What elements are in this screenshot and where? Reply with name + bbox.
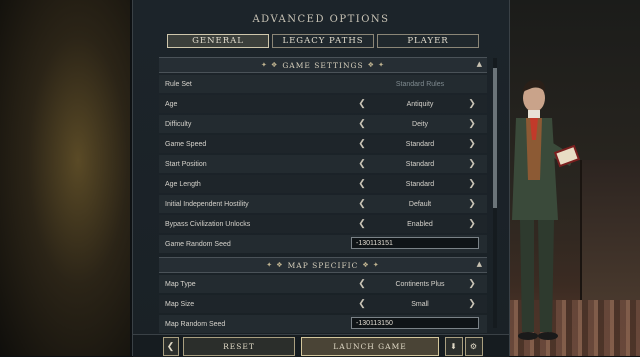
setting-label: Difficulty — [165, 120, 192, 128]
arrow-right-icon[interactable]: ❯ — [467, 218, 477, 229]
setting-value: Standard — [405, 140, 435, 148]
arrow-right-icon[interactable]: ❯ — [467, 298, 477, 309]
setting-row-start-position: Start Position ❮ Standard ❯ — [159, 155, 487, 173]
advanced-options-panel: ADVANCED OPTIONS GENERAL LEGACY PATHS PL… — [132, 0, 510, 357]
gear-icon[interactable]: ⚙ — [465, 337, 483, 356]
section-header-map-specific[interactable]: ✦ ❖ MAP SPECIFIC ❖ ✦ ▲ — [159, 257, 487, 273]
setting-label: Game Speed — [165, 140, 207, 148]
setting-value: Standard — [405, 180, 435, 188]
setting-value: Enabled — [407, 220, 433, 228]
setting-row-difficulty: Difficulty ❮ Deity ❯ — [159, 115, 487, 133]
setting-row-age-length: Age Length ❮ Standard ❯ — [159, 175, 487, 193]
download-icon[interactable]: ⬇ — [445, 337, 463, 356]
arrow-right-icon[interactable]: ❯ — [467, 158, 477, 169]
setting-label: Initial Independent Hostility — [165, 200, 249, 208]
setting-row-game-seed: Game Random Seed -130113151 — [159, 235, 487, 253]
setting-value: Small — [411, 300, 429, 308]
tab-player[interactable]: PLAYER — [377, 34, 479, 48]
setting-value: Deity — [412, 120, 428, 128]
setting-label: Age — [165, 100, 178, 108]
setting-row-game-speed: Game Speed ❮ Standard ❯ — [159, 135, 487, 153]
arrow-right-icon[interactable]: ❯ — [467, 198, 477, 209]
tab-bar: GENERAL LEGACY PATHS PLAYER — [167, 34, 479, 48]
section-title: MAP SPECIFIC — [287, 260, 359, 270]
tab-general[interactable]: GENERAL — [167, 34, 269, 48]
setting-row-map-type: Map Type ❮ Continents Plus ❯ — [159, 275, 487, 293]
setting-label: Map Random Seed — [165, 320, 226, 328]
leader-portrait — [512, 79, 581, 340]
setting-value: Standard Rules — [395, 80, 445, 88]
launch-game-button[interactable]: LAUNCH GAME — [301, 337, 439, 356]
arrow-right-icon[interactable]: ❯ — [467, 98, 477, 109]
section-title: GAME SETTINGS — [282, 60, 364, 70]
background-left — [0, 0, 130, 356]
setting-label: Start Position — [165, 160, 207, 168]
setting-row-bypass-unlocks: Bypass Civilization Unlocks ❮ Enabled ❯ — [159, 215, 487, 233]
setting-label: Map Type — [165, 280, 196, 288]
arrow-right-icon[interactable]: ❯ — [467, 278, 477, 289]
setting-label: Game Random Seed — [165, 240, 231, 248]
section-deco-left-icon: ✦ ❖ — [260, 61, 279, 69]
setting-label: Rule Set — [165, 80, 192, 88]
section-deco-right-icon: ❖ ✦ — [362, 261, 380, 269]
setting-value: Continents Plus — [395, 280, 445, 288]
reset-button[interactable]: RESET — [183, 337, 295, 356]
tab-legacy-paths[interactable]: LEGACY PATHS — [272, 34, 374, 48]
map-seed-input[interactable]: -130113150 — [351, 317, 479, 329]
arrow-right-icon[interactable]: ❯ — [467, 138, 477, 149]
scrollbar-thumb[interactable] — [493, 68, 497, 208]
setting-label: Age Length — [165, 180, 201, 188]
background-shelf — [580, 160, 640, 310]
section-header-game-settings[interactable]: ✦ ❖ GAME SETTINGS ❖ ✦ ▲ — [159, 57, 487, 73]
setting-value: Standard — [405, 160, 435, 168]
arrow-right-icon[interactable]: ❯ — [467, 118, 477, 129]
collapse-caret-icon[interactable]: ▲ — [477, 60, 483, 68]
setting-label: Map Size — [165, 300, 195, 308]
setting-row-rule-set: Rule Set Standard Rules — [159, 75, 487, 93]
panel-title: ADVANCED OPTIONS — [252, 14, 390, 25]
setting-label: Bypass Civilization Unlocks — [165, 220, 251, 228]
setting-row-map-size: Map Size ❮ Small ❯ — [159, 295, 487, 313]
game-seed-input[interactable]: -130113151 — [351, 237, 479, 249]
setting-value: Antiquity — [406, 100, 434, 108]
setting-row-map-seed: Map Random Seed -130113150 — [159, 315, 487, 333]
back-button[interactable]: ❮ — [163, 337, 179, 356]
setting-row-age: Age ❮ Antiquity ❯ — [159, 95, 487, 113]
settings-scrollbar[interactable] — [493, 58, 497, 328]
section-deco-right-icon: ❖ ✦ — [367, 61, 386, 69]
arrow-right-icon[interactable]: ❯ — [467, 178, 477, 189]
bottom-action-bar: ❮ RESET LAUNCH GAME ⬇ ⚙ — [133, 334, 509, 357]
collapse-caret-icon[interactable]: ▲ — [477, 260, 483, 268]
setting-value: Default — [408, 200, 432, 208]
setting-row-independent-hostility: Initial Independent Hostility ❮ Default … — [159, 195, 487, 213]
section-deco-left-icon: ✦ ❖ — [266, 261, 284, 269]
